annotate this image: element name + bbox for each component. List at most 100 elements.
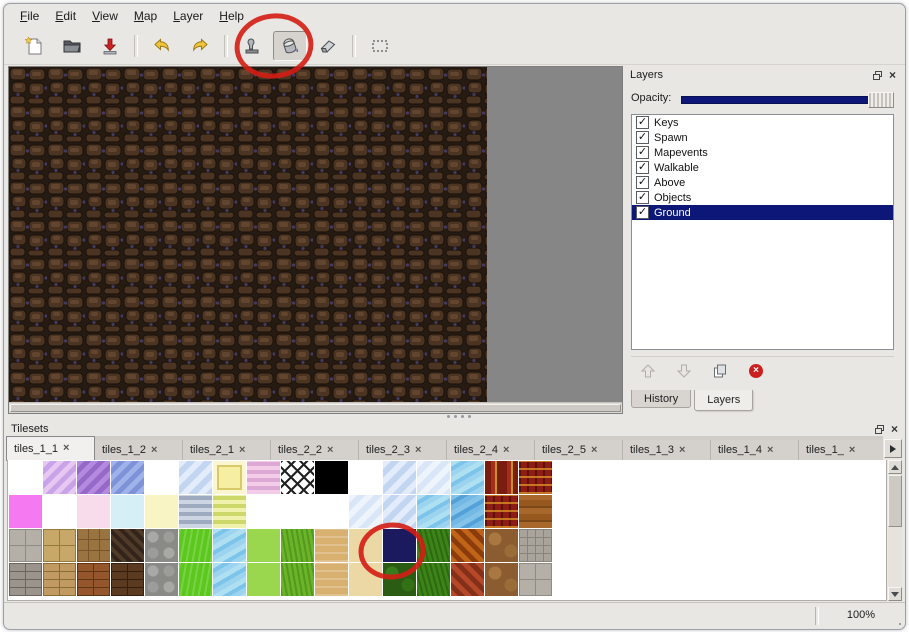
opacity-slider[interactable] <box>681 96 893 104</box>
tileset-tab-tiles_1_1[interactable]: tiles_1_1× <box>6 436 95 460</box>
menu-item-view[interactable]: View <box>84 6 126 26</box>
palette-tile-white[interactable] <box>349 461 382 494</box>
palette-tile-wood[interactable] <box>519 495 552 528</box>
palette-tile-rockbrown[interactable] <box>485 529 518 562</box>
delete-layer-button[interactable]: × <box>745 360 767 382</box>
tab-close-icon[interactable]: × <box>849 446 855 455</box>
layer-visibility-checkbox[interactable]: ✓ <box>636 161 649 174</box>
layer-visibility-checkbox[interactable]: ✓ <box>636 176 649 189</box>
undo-button[interactable] <box>145 31 179 61</box>
menu-item-file[interactable]: File <box>12 6 47 26</box>
duplicate-layer-button[interactable] <box>709 360 731 382</box>
layer-visibility-checkbox[interactable]: ✓ <box>636 146 649 159</box>
palette-tile-white[interactable] <box>281 495 314 528</box>
palette-tile-white[interactable] <box>9 461 42 494</box>
palette-tile-grasstex[interactable] <box>281 529 314 562</box>
scroll-down-button[interactable] <box>888 587 902 601</box>
close-panel-icon[interactable]: × <box>889 70 896 80</box>
palette-tile-skypale[interactable] <box>349 495 382 528</box>
palette-tile-bricktan[interactable] <box>43 563 76 596</box>
palette-tile-grasslight[interactable] <box>247 563 280 596</box>
dock-tab-history[interactable]: History <box>631 390 691 408</box>
layer-visibility-checkbox[interactable]: ✓ <box>636 131 649 144</box>
menu-item-map[interactable]: Map <box>126 6 165 26</box>
palette-tile-brickdark[interactable] <box>111 563 144 596</box>
palette-tile-grasslight[interactable] <box>247 529 280 562</box>
menu-item-edit[interactable]: Edit <box>47 6 84 26</box>
tileset-tab-tiles_2_1[interactable]: tiles_2_1× <box>183 440 271 460</box>
palette-tile-waterdk[interactable] <box>451 495 484 528</box>
stamp-tool-button[interactable] <box>235 31 269 61</box>
palette-tile-sand[interactable] <box>315 563 348 596</box>
tab-scroll-right-button[interactable] <box>884 439 902 458</box>
palette-tile-stonepath[interactable] <box>519 529 552 562</box>
layer-row-above[interactable]: ✓Above <box>632 175 893 190</box>
horizontal-splitter[interactable] <box>4 412 905 420</box>
palette-tile-white[interactable] <box>145 461 178 494</box>
palette-tile-grassbright[interactable] <box>179 529 212 562</box>
layer-row-keys[interactable]: ✓Keys <box>632 115 893 130</box>
tab-close-icon[interactable]: × <box>415 446 421 455</box>
tab-close-icon[interactable]: × <box>327 446 333 455</box>
tileset-tab-tiles_1_[interactable]: tiles_1_× <box>799 440 883 460</box>
palette-tile-sandpale[interactable] <box>349 563 382 596</box>
palette-tile-white[interactable] <box>43 495 76 528</box>
tab-close-icon[interactable]: × <box>63 444 69 453</box>
tileset-tab-tiles_2_4[interactable]: tiles_2_4× <box>447 440 535 460</box>
new-file-button[interactable] <box>17 31 51 61</box>
tileset-tab-tiles_1_4[interactable]: tiles_1_4× <box>711 440 799 460</box>
layer-row-objects[interactable]: ✓Objects <box>632 190 893 205</box>
palette-tile-skydiag[interactable] <box>383 495 416 528</box>
palette-tile-brickbrown[interactable] <box>77 563 110 596</box>
menu-item-layer[interactable]: Layer <box>165 6 211 26</box>
float-panel-icon[interactable] <box>873 71 882 80</box>
redo-button[interactable] <box>183 31 217 61</box>
layer-visibility-checkbox[interactable]: ✓ <box>636 191 649 204</box>
palette-tile-navy[interactable] <box>383 529 416 562</box>
palette-tile-cobble[interactable] <box>145 529 178 562</box>
palette-tile-stonegray[interactable] <box>519 563 552 596</box>
palette-tile-grassbright[interactable] <box>179 563 212 596</box>
palette-tile-cobble[interactable] <box>145 563 178 596</box>
palette-tile-violetdiag[interactable] <box>77 461 110 494</box>
tab-close-icon[interactable]: × <box>591 446 597 455</box>
palette-tile-stonetan[interactable] <box>43 529 76 562</box>
palette-tile-skypale[interactable] <box>417 461 450 494</box>
open-button[interactable] <box>55 31 89 61</box>
palette-tile-skydiag[interactable] <box>179 461 212 494</box>
scroll-up-button[interactable] <box>888 460 902 474</box>
palette-tile-rockbrown[interactable] <box>485 563 518 596</box>
palette-tile-brickgray[interactable] <box>9 563 42 596</box>
tileset-tab-tiles_2_2[interactable]: tiles_2_2× <box>271 440 359 460</box>
palette-tile-limestripe[interactable] <box>213 495 246 528</box>
palette-tile-zigzagred[interactable] <box>451 563 484 596</box>
close-panel-icon[interactable]: × <box>891 424 898 434</box>
palette-tile-waterlt[interactable] <box>451 461 484 494</box>
tab-close-icon[interactable]: × <box>151 446 157 455</box>
palette-tile-bluestripe[interactable] <box>111 461 144 494</box>
layer-visibility-checkbox[interactable]: ✓ <box>636 116 649 129</box>
palette-tile-darkrock[interactable] <box>111 529 144 562</box>
move-layer-down-button[interactable] <box>673 360 695 382</box>
palette-tile-palepink[interactable] <box>77 495 110 528</box>
palette-tile-grasstex[interactable] <box>281 563 314 596</box>
palette-tile-zigzag[interactable] <box>451 529 484 562</box>
tab-close-icon[interactable]: × <box>239 446 245 455</box>
palette-tile-hatch[interactable] <box>281 461 314 494</box>
palette-tile-paleyellow[interactable] <box>145 495 178 528</box>
map-hscroll-thumb[interactable] <box>10 404 621 412</box>
float-panel-icon[interactable] <box>875 425 884 434</box>
palette-tile-grassdark[interactable] <box>417 529 450 562</box>
map-view[interactable] <box>8 66 623 414</box>
palette-tile-sand[interactable] <box>315 529 348 562</box>
palette-tile-grassdark[interactable] <box>417 563 450 596</box>
palette-tile-carpet[interactable] <box>519 461 552 494</box>
palette-tile-waterlt[interactable] <box>213 563 246 596</box>
opacity-slider-thumb[interactable] <box>868 92 894 108</box>
palette-tile-magenta[interactable] <box>9 495 42 528</box>
tileset-tab-tiles_1_3[interactable]: tiles_1_3× <box>623 440 711 460</box>
palette-scrollbar[interactable] <box>888 460 902 601</box>
scrollbar-thumb[interactable] <box>888 475 902 527</box>
fill-tool-button[interactable] <box>273 31 307 61</box>
palette-tile-waterlt[interactable] <box>417 495 450 528</box>
